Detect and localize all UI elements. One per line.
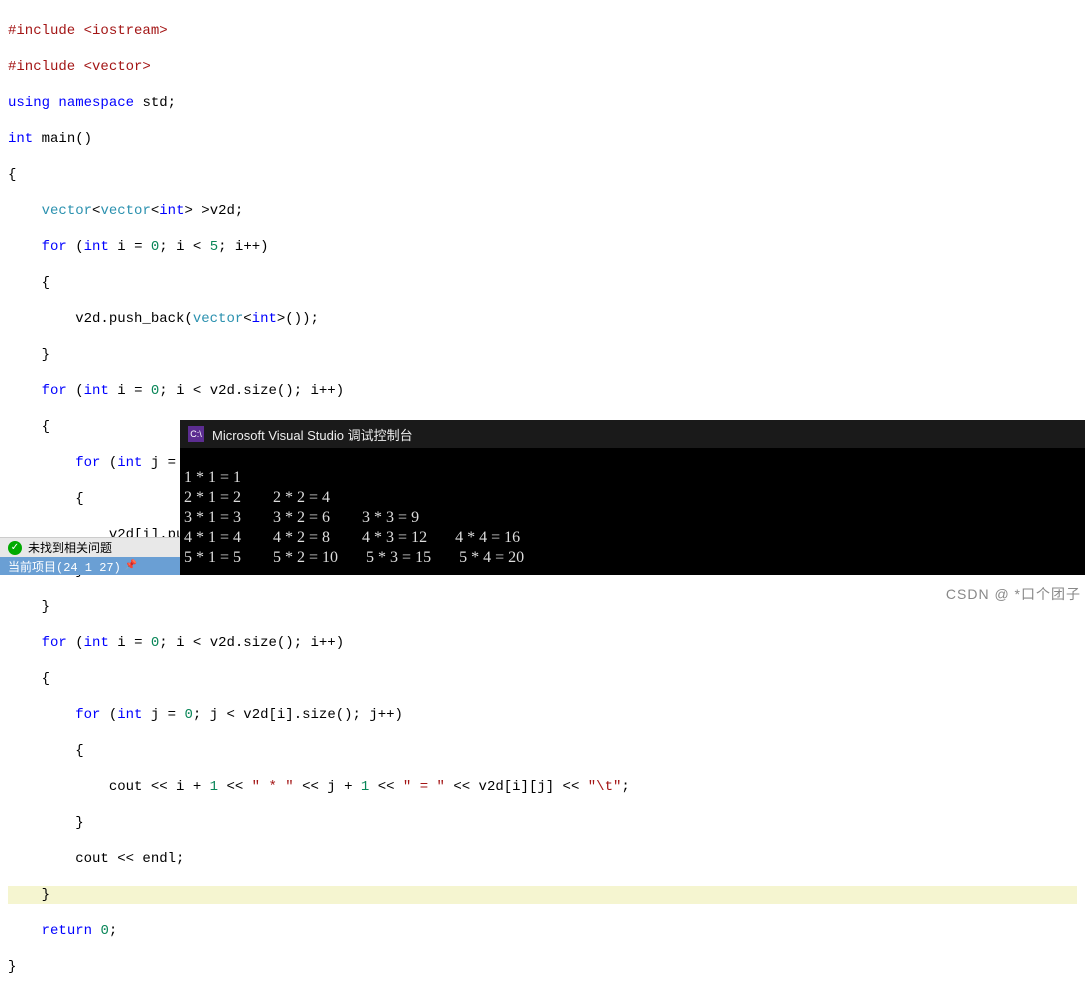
code-line: for (int i = 0; i < v2d.size(); i++) <box>8 634 1077 652</box>
code-line: { <box>8 742 1077 760</box>
code-line: #include <iostream> <box>8 22 1077 40</box>
code-line: } <box>8 886 1077 904</box>
code-line: vector<vector<int> >v2d; <box>8 202 1077 220</box>
code-line: #include <vector> <box>8 58 1077 76</box>
code-line: } <box>8 958 1077 976</box>
status-bar: ✓ 未找到相关问题 <box>0 537 180 557</box>
console-title-text: Microsoft Visual Studio 调试控制台 <box>212 425 413 444</box>
watermark: CSDN @ *口个团子 <box>946 584 1081 604</box>
pin-icon: 📌 <box>125 560 137 572</box>
code-line: { <box>8 670 1077 688</box>
code-line: for (int j = 0; j < v2d[i].size(); j++) <box>8 706 1077 724</box>
code-line: using namespace std; <box>8 94 1077 112</box>
code-line: { <box>8 274 1077 292</box>
code-line: } <box>8 814 1077 832</box>
check-icon: ✓ <box>8 541 22 555</box>
code-line: for (int i = 0; i < 5; i++) <box>8 238 1077 256</box>
code-line: { <box>8 166 1077 184</box>
vs-icon: C:\ <box>188 426 204 442</box>
project-text: 当前项目(24 1 27) <box>8 558 121 575</box>
console-titlebar[interactable]: C:\ Microsoft Visual Studio 调试控制台 <box>180 420 1085 448</box>
status-text: 未找到相关问题 <box>28 539 112 556</box>
console-output: 1 * 1 = 1 2 * 1 = 2 2 * 2 = 4 3 * 1 = 3 … <box>180 448 1085 608</box>
code-line: return 0; <box>8 922 1077 940</box>
debug-console[interactable]: C:\ Microsoft Visual Studio 调试控制台 1 * 1 … <box>180 420 1085 575</box>
code-line: cout << i + 1 << " * " << j + 1 << " = "… <box>8 778 1077 796</box>
code-line: cout << endl; <box>8 850 1077 868</box>
code-line: v2d.push_back(vector<int>()); <box>8 310 1077 328</box>
code-line: for (int i = 0; i < v2d.size(); i++) <box>8 382 1077 400</box>
code-line: } <box>8 346 1077 364</box>
project-bar[interactable]: 当前项目(24 1 27) 📌 <box>0 557 180 575</box>
code-line: int main() <box>8 130 1077 148</box>
